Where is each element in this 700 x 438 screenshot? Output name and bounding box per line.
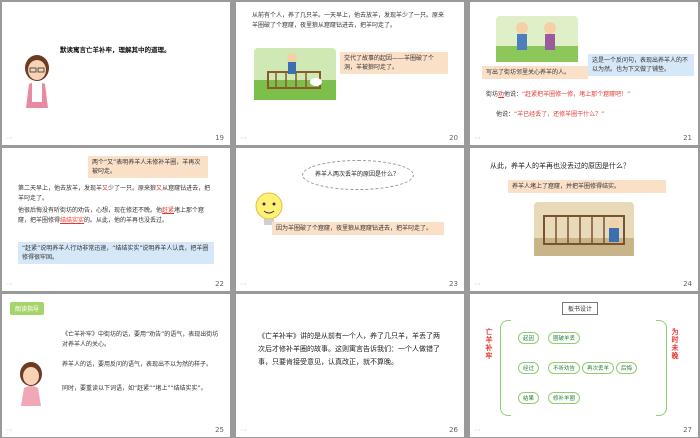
row2-item-3: 后悔 bbox=[616, 362, 638, 374]
slide-24[interactable]: 从此，养羊人的羊再也没丢过的原因是什么？ 养羊人堵上了窟窿，并把羊圈修得结实。 … bbox=[470, 148, 698, 291]
slide-number: 26 bbox=[449, 426, 458, 434]
note-box-bottom: “赶紧”说明养羊人行动非常迅速，“结结实实”说明养羊人认真，把羊圈修得很牢固。 bbox=[18, 242, 214, 264]
title-vertical: 亡羊补牢 bbox=[485, 328, 493, 360]
slide-footer: ◦◦ bbox=[6, 281, 14, 288]
slide-number: 25 bbox=[215, 426, 224, 434]
row2-item-2: 再次丢羊 bbox=[582, 362, 615, 374]
row2-item-1: 不听劝告 bbox=[548, 362, 581, 374]
row3-item: 修补羊圈 bbox=[548, 392, 581, 404]
repaired-pen-scene bbox=[534, 202, 634, 256]
slide-21[interactable]: 写出了街坊邻里关心养羊的人。 这是一个反问句，表现出养羊人的不以为然。也为下文做… bbox=[470, 2, 698, 145]
row1-item: 圈破羊丢 bbox=[548, 332, 581, 344]
right-brace bbox=[656, 320, 667, 416]
left-brace bbox=[500, 320, 511, 416]
slide-footer: ◦◦ bbox=[6, 427, 14, 434]
note-box-top: 两个“又”表明养羊人未修补羊圈，羊再次被叼走。 bbox=[88, 156, 208, 178]
row1-label: 起因 bbox=[518, 332, 540, 344]
paragraph-1: 第二天早上，他去放羊，发现羊又少了一只。原来狼又从窟窿钻进去，把羊叼走了。 bbox=[18, 185, 211, 202]
slide-footer: ◦◦ bbox=[474, 281, 482, 288]
slide-number: 21 bbox=[683, 134, 692, 142]
slide-27[interactable]: 板书设计 亡羊补牢 为时未晚 起因 圈破羊丢 经过 不听劝告 再次丢羊 后悔 结… bbox=[470, 294, 698, 437]
guide-line-1: 《亡羊补牢》中街坊的话，要用“劝告”的语气，表现出街坊对养羊人的关心。 bbox=[62, 331, 219, 348]
moral-vertical: 为时未晚 bbox=[671, 328, 679, 360]
slide-number: 27 bbox=[683, 426, 692, 434]
story-text: 从前有个人，养了几只羊。一天早上，他去放羊，发现羊少了一只。原来羊圈破了个窟窿，… bbox=[252, 12, 445, 29]
repaired-pen-illustration bbox=[534, 215, 634, 256]
summary-text: 《亡羊补牢》讲的是从前有一个人，养了几只羊，羊丢了两次后才修补羊圈的故事。这则寓… bbox=[258, 332, 440, 366]
sheep-pen-scene bbox=[254, 48, 336, 100]
slide-footer: ◦◦ bbox=[240, 281, 248, 288]
thought-bubble: 养羊人两次丢羊的原因是什么？ bbox=[302, 160, 414, 190]
slide-number: 24 bbox=[683, 280, 692, 288]
answer-box: 因为羊圈破了个窟窿，夜里狼从窟窿钻进去，把羊叼走了。 bbox=[272, 222, 444, 235]
answer-box: 养羊人堵上了窟窿，并把羊圈修得结实。 bbox=[508, 180, 666, 193]
slide-23[interactable]: 养羊人两次丢羊的原因是什么？ 因为羊圈破了个窟窿，夜里狼从窟窿钻进去，把羊叼走了… bbox=[236, 148, 464, 291]
quote-box: 这是一个反问句，表现出养羊人的不以为然。也为下文做了铺垫。 bbox=[588, 54, 694, 76]
slide-number: 20 bbox=[449, 134, 458, 142]
slide-footer: ◦◦ bbox=[240, 135, 248, 142]
slide-number: 22 bbox=[215, 280, 224, 288]
teacher-illustration bbox=[25, 55, 49, 108]
slide-footer: ◦◦ bbox=[474, 135, 482, 142]
slide-footer: ◦◦ bbox=[474, 427, 482, 434]
slide-footer: ◦◦ bbox=[240, 427, 248, 434]
slide-26[interactable]: 《亡羊补牢》讲的是从前有一个人，养了几只羊，羊丢了两次后才修补羊圈的故事。这则寓… bbox=[236, 294, 464, 437]
slide-footer: ◦◦ bbox=[6, 135, 14, 142]
neighbors-scene bbox=[496, 16, 578, 62]
thought-question: 养羊人两次丢羊的原因是什么？ bbox=[315, 171, 400, 178]
dialogue-line-2: 他说：“羊已经丢了，还修羊圈干什么？” bbox=[496, 111, 605, 118]
slide-number: 19 bbox=[215, 134, 224, 142]
reading-guide-tag: 朗读指导 bbox=[10, 302, 45, 315]
caption-box: 写出了街坊邻里关心养羊的人。 bbox=[482, 66, 588, 79]
student-illustration bbox=[20, 362, 42, 406]
sheep-pen-illustration bbox=[254, 53, 336, 100]
slide-number: 23 bbox=[449, 280, 458, 288]
dialogue-line-1: 街坊劝他说：“赶紧把羊圈修一修，堵上那个窟窿吧！” bbox=[486, 91, 631, 98]
neighbors-illustration bbox=[496, 22, 578, 62]
guide-line-2: 养羊人的话，要用反问的语气，表现出不以为然的样子。 bbox=[62, 361, 213, 368]
slide-19[interactable]: 默读寓言亡羊补牢，理解其中的道理。 ◦◦ 19 bbox=[2, 2, 230, 145]
slide-22[interactable]: 两个“又”表明养羊人未修补羊圈，羊再次被叼走。 第二天早上，他去放羊，发现羊又少… bbox=[2, 148, 230, 291]
slide-title: 默读寓言亡羊补牢，理解其中的道理。 bbox=[60, 46, 171, 54]
row3-label: 结果 bbox=[518, 392, 540, 404]
row2-label: 经过 bbox=[518, 362, 540, 374]
guide-line-3: 同时，要重读以下词语，如“赶紧”“堵上”“结结实实”。 bbox=[62, 385, 207, 392]
note-box: 交代了故事的起因——羊圈破了个洞，羊被狼叼走了。 bbox=[340, 52, 448, 74]
slide-20[interactable]: 从前有个人，养了几只羊。一天早上，他去放羊，发现羊少了一只。原来羊圈破了个窟窿，… bbox=[236, 2, 464, 145]
paragraph-2: 他很后悔没有听街坊的劝告，心想，现在修还不晚。他赶紧堵上那个窟窿，把羊圈修得结结… bbox=[18, 207, 205, 224]
board-header: 板书设计 bbox=[562, 302, 599, 315]
slide-25[interactable]: 朗读指导 《亡羊补牢》中街坊的话，要用“劝告”的语气，表现出街坊对养羊人的关心。… bbox=[2, 294, 230, 437]
question-text: 从此，养羊人的羊再也没丢过的原因是什么？ bbox=[490, 162, 630, 170]
